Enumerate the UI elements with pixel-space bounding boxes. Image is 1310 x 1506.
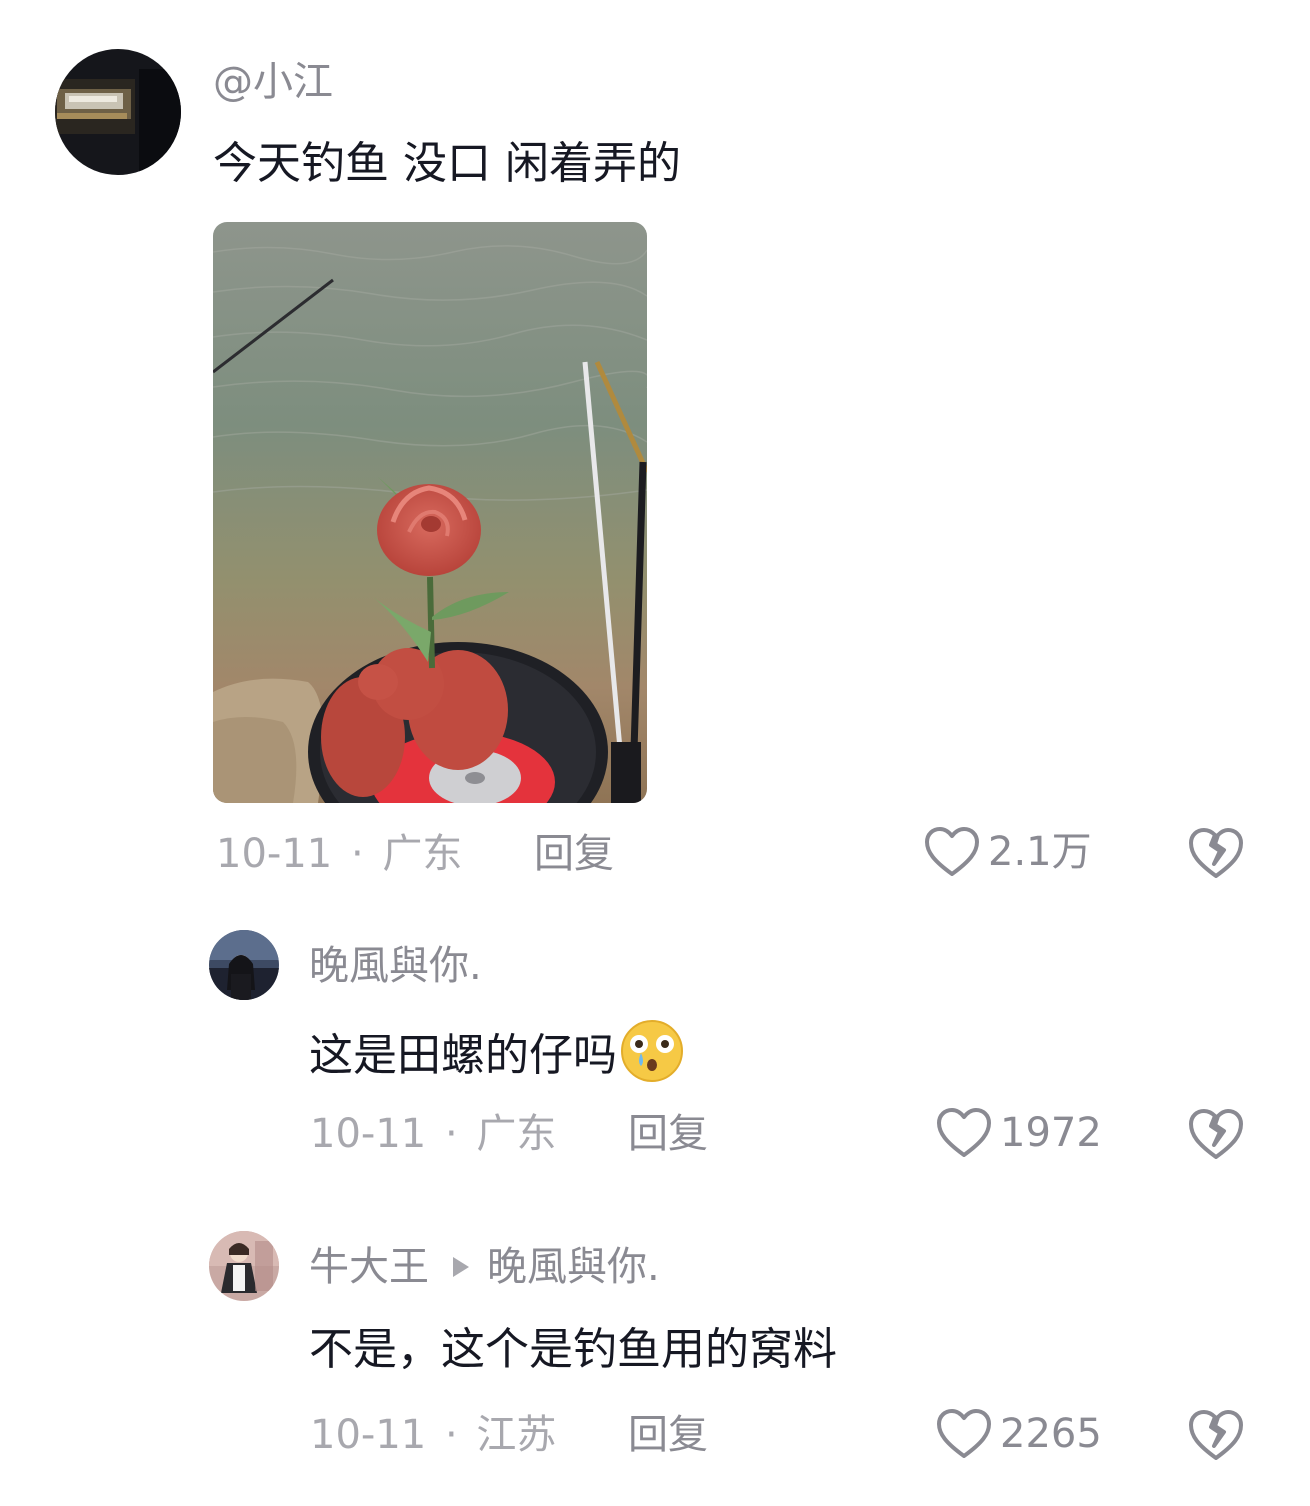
comment-image[interactable]: [213, 222, 647, 803]
comment-text-row: 这是田螺的仔吗: [309, 1018, 685, 1098]
reply-button[interactable]: 回复: [628, 1411, 708, 1459]
meta-separator: ·: [350, 831, 364, 877]
like-button[interactable]: 2.1万: [924, 826, 1092, 878]
username[interactable]: @小江: [213, 58, 333, 106]
reply-button[interactable]: 回复: [534, 830, 614, 878]
reply-to-username[interactable]: 晚風與你.: [487, 1244, 660, 1290]
comment-meta: 10-11 · 广东: [310, 1110, 556, 1158]
username[interactable]: 牛大王: [309, 1244, 429, 1290]
comment-date: 10-11: [310, 1412, 427, 1458]
username[interactable]: 晚風與你.: [309, 942, 482, 990]
comment-text: 不是，这个是钓鱼用的窝料: [309, 1324, 837, 1375]
comment-text: 今天钓鱼 没口 闲着弄的: [213, 138, 681, 189]
heart-outline-icon: [937, 1108, 991, 1157]
triangle-right-icon: [453, 1257, 469, 1277]
comment-text: 这是田螺的仔吗: [309, 1030, 617, 1081]
comment-meta: 10-11 · 广东: [216, 830, 462, 878]
astonished-tear-emoji: [619, 1018, 685, 1098]
comment-meta: 10-11 · 江苏: [310, 1411, 556, 1459]
comment-date: 10-11: [310, 1111, 427, 1157]
avatar[interactable]: [209, 1231, 279, 1301]
like-button[interactable]: 2265: [936, 1408, 1102, 1460]
like-count: 2.1万: [988, 829, 1092, 875]
meta-separator: ·: [444, 1412, 458, 1458]
like-button[interactable]: 1972: [936, 1107, 1102, 1159]
dislike-button[interactable]: [1187, 1107, 1245, 1161]
avatar[interactable]: [55, 49, 181, 175]
comment-location: 江苏: [476, 1412, 557, 1458]
avatar[interactable]: [209, 930, 279, 1000]
reply-button[interactable]: 回复: [628, 1110, 708, 1158]
dislike-button[interactable]: [1187, 826, 1245, 880]
like-count: 2265: [1000, 1411, 1102, 1457]
reply-header: 牛大王 晚風與你.: [309, 1243, 660, 1291]
broken-heart-icon: [1189, 828, 1243, 878]
comment-date: 10-11: [216, 831, 333, 877]
dislike-button[interactable]: [1187, 1408, 1245, 1462]
like-count: 1972: [1000, 1110, 1102, 1156]
broken-heart-icon: [1189, 1410, 1243, 1460]
comment-location: 广东: [382, 831, 463, 877]
heart-outline-icon: [937, 1409, 991, 1458]
heart-outline-icon: [925, 827, 979, 876]
broken-heart-icon: [1189, 1109, 1243, 1159]
comment-location: 广东: [476, 1111, 557, 1157]
meta-separator: ·: [444, 1111, 458, 1157]
